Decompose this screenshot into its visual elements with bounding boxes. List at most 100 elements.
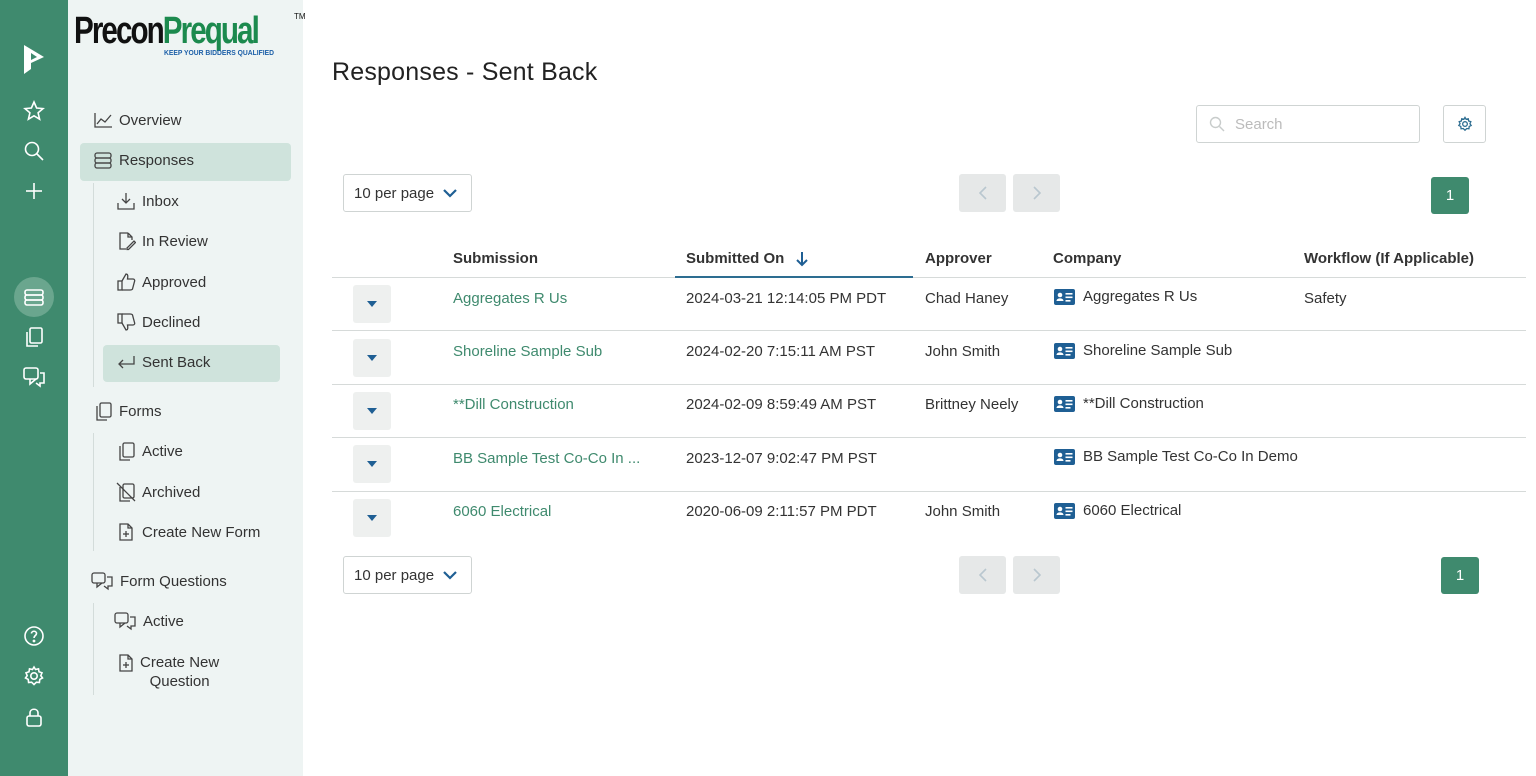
chevron-left-icon <box>978 568 987 582</box>
per-page-select-bottom[interactable]: 10 per page <box>343 556 472 594</box>
sidebar-item-declined[interactable]: Declined <box>116 312 200 332</box>
sidebar-tree-line <box>93 603 94 695</box>
submission-link[interactable]: 6060 Electrical <box>453 503 551 520</box>
company-cell[interactable]: Shoreline Sample Sub <box>1054 342 1232 359</box>
app-logo-icon[interactable] <box>14 40 54 80</box>
sidebar-item-approved[interactable]: Approved <box>116 272 206 292</box>
sidebar-item-label: Archived <box>142 483 201 501</box>
sidebar-item-forms[interactable]: Forms <box>93 401 162 421</box>
contact-card-icon <box>1054 342 1075 359</box>
chevron-right-icon <box>1032 186 1041 200</box>
page-number-button[interactable]: 1 <box>1431 177 1469 214</box>
search-box[interactable] <box>1196 105 1420 143</box>
row-expand-button[interactable] <box>353 499 391 537</box>
column-header-approver[interactable]: Approver <box>925 250 992 267</box>
page-number-button-bottom[interactable]: 1 <box>1441 557 1479 594</box>
sidebar-item-label: Approved <box>142 273 207 291</box>
sidebar-item-create-new-form[interactable]: Create New Form <box>116 522 260 542</box>
next-page-button[interactable] <box>1013 174 1060 212</box>
sidebar-item-overview[interactable]: Overview <box>93 110 182 130</box>
company-cell[interactable]: **Dill Construction <box>1054 395 1204 412</box>
submission-link[interactable]: BB Sample Test Co-Co In ... <box>453 450 640 467</box>
inbox-stack-icon <box>94 152 112 169</box>
prev-page-button[interactable] <box>959 174 1006 212</box>
sidebar-item-form-questions[interactable]: Form Questions <box>90 571 227 591</box>
gear-icon <box>1457 116 1472 132</box>
sidebar-item-forms-archived[interactable]: Archived <box>116 482 200 502</box>
copy-icon[interactable] <box>14 317 54 357</box>
per-page-value: 10 per page <box>354 566 435 584</box>
plus-icon[interactable] <box>14 171 54 211</box>
copy-icon <box>119 442 135 461</box>
row-expand-button[interactable] <box>353 285 391 323</box>
sidebar-item-label: Inbox <box>142 192 179 210</box>
chevron-down-icon <box>443 571 457 580</box>
submission-link[interactable]: **Dill Construction <box>453 396 574 413</box>
column-header-label: Submitted On <box>686 250 785 267</box>
company-name: Shoreline Sample Sub <box>1083 342 1233 359</box>
download-tray-icon <box>117 193 135 210</box>
column-header-submission[interactable]: Submission <box>453 250 538 267</box>
chevron-left-icon <box>978 186 987 200</box>
help-icon[interactable] <box>14 616 54 656</box>
caret-down-icon <box>367 515 377 521</box>
sidebar-item-sent-back[interactable]: Sent Back <box>116 352 210 372</box>
submitted-on-cell: 2024-03-21 12:14:05 PM PDT <box>686 290 887 307</box>
row-divider <box>332 491 1526 492</box>
gear-icon[interactable] <box>14 656 54 696</box>
row-divider <box>332 384 1526 385</box>
row-divider <box>332 437 1526 438</box>
row-divider <box>332 330 1526 331</box>
sidebar-item-label: Active <box>143 612 184 630</box>
copy-off-icon <box>116 482 136 502</box>
star-icon[interactable] <box>14 91 54 131</box>
row-expand-button[interactable] <box>353 339 391 377</box>
company-cell[interactable]: BB Sample Test Co-Co In Demo <box>1054 448 1298 465</box>
column-header-submitted-on[interactable]: Submitted On <box>686 250 809 267</box>
contact-card-icon <box>1054 288 1075 305</box>
caret-down-icon <box>367 301 377 307</box>
prev-page-button-bottom[interactable] <box>959 556 1006 594</box>
sidebar-item-forms-active[interactable]: Active <box>116 441 183 461</box>
next-page-button-bottom[interactable] <box>1013 556 1060 594</box>
search-icon <box>1209 116 1225 132</box>
search-icon[interactable] <box>14 131 54 171</box>
lock-icon[interactable] <box>14 697 54 737</box>
return-arrow-icon <box>118 356 135 369</box>
company-name: 6060 Electrical <box>1083 502 1182 519</box>
document-add-icon <box>119 654 133 672</box>
sidebar-item-label: Sent Back <box>142 353 211 371</box>
sidebar-item-label: Responses <box>119 151 195 169</box>
row-expand-button[interactable] <box>353 445 391 483</box>
question-chat-icon[interactable] <box>14 357 54 397</box>
contact-card-icon <box>1054 448 1075 465</box>
row-expand-button[interactable] <box>353 392 391 430</box>
inbox-stack-icon[interactable] <box>14 277 54 317</box>
workflow-cell: Safety <box>1304 290 1347 307</box>
sidebar-item-responses[interactable]: Responses <box>93 150 194 170</box>
per-page-select[interactable]: 10 per page <box>343 174 472 212</box>
document-edit-icon <box>119 232 136 251</box>
column-header-company[interactable]: Company <box>1053 250 1121 267</box>
submission-link[interactable]: Aggregates R Us <box>453 290 567 307</box>
company-cell[interactable]: 6060 Electrical <box>1054 502 1181 519</box>
sidebar-item-label: Declined <box>142 313 201 331</box>
sidebar-item-label: Create New Form <box>142 523 261 541</box>
logo-text-precon: Precon <box>74 10 165 52</box>
column-header-workflow[interactable]: Workflow (If Applicable) <box>1304 250 1474 267</box>
sidebar-item-questions-active[interactable]: Active <box>113 611 184 631</box>
contact-card-icon <box>1054 502 1075 519</box>
sidebar-item-label: Active <box>142 442 183 460</box>
logo[interactable]: PreconPrequal TM KEEP YOUR BIDDERS QUALI… <box>74 10 306 60</box>
sidebar-item-inbox[interactable]: Inbox <box>116 191 179 211</box>
company-cell[interactable]: Aggregates R Us <box>1054 288 1197 305</box>
search-input[interactable] <box>1235 115 1405 133</box>
sidebar-item-create-new-question[interactable]: Create New Question <box>116 653 219 693</box>
submitted-on-cell: 2023-12-07 9:02:47 PM PST <box>686 450 877 467</box>
table-settings-button[interactable] <box>1443 105 1486 143</box>
logo-text-prequal: Prequal <box>162 10 260 52</box>
page-title: Responses - Sent Back <box>332 58 598 86</box>
sidebar-item-in-review[interactable]: In Review <box>116 231 208 251</box>
submission-link[interactable]: Shoreline Sample Sub <box>453 343 602 360</box>
sidebar-tree-line <box>93 433 94 551</box>
